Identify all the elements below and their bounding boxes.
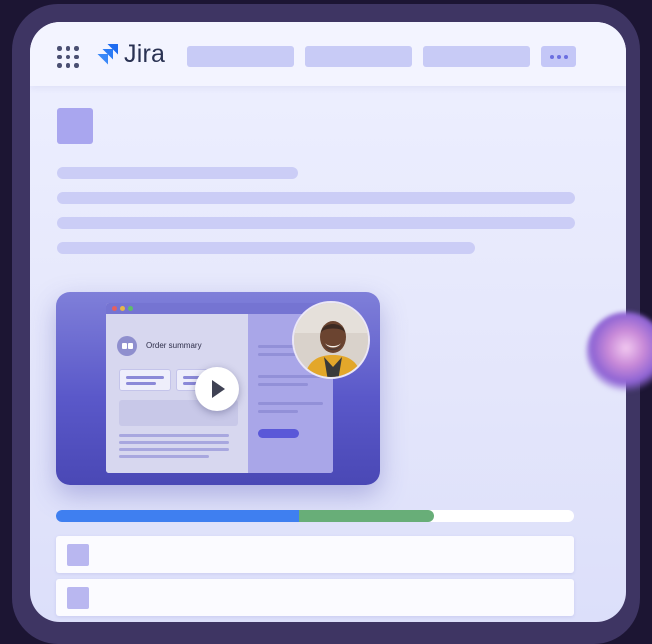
mini-text-line (119, 434, 229, 437)
app-switcher-icon[interactable] (57, 46, 79, 68)
brand-name[interactable]: Jira (124, 40, 165, 69)
project-avatar (57, 108, 93, 144)
mini-side-line (258, 402, 323, 405)
progress-segment-blue (56, 510, 299, 522)
mini-text-line (119, 448, 229, 451)
order-summary-title: Order summary (146, 341, 202, 350)
presenter-avatar (292, 301, 370, 379)
progress-segment-green (299, 510, 434, 522)
video-preview-card[interactable]: Order summary (56, 292, 380, 485)
close-dot-icon (112, 306, 117, 311)
heading-placeholder (57, 167, 298, 179)
mini-action-button (258, 429, 299, 438)
list-item[interactable] (56, 536, 574, 573)
minimize-dot-icon (120, 306, 125, 311)
text-line-placeholder (57, 242, 475, 254)
mini-side-line (258, 410, 298, 413)
mini-side-line (258, 383, 308, 386)
row-icon (67, 544, 89, 566)
text-line-placeholder (57, 192, 575, 204)
nav-item-1[interactable] (187, 46, 294, 67)
mini-text-line (119, 441, 229, 444)
play-icon[interactable] (195, 367, 239, 411)
text-line-placeholder (57, 217, 575, 229)
mini-side-line (258, 375, 323, 378)
mini-card (119, 369, 171, 391)
list-item[interactable] (56, 579, 574, 616)
nav-item-2[interactable] (305, 46, 412, 67)
top-navigation-bar: Jira (30, 22, 626, 86)
row-icon (67, 587, 89, 609)
order-icon (117, 336, 137, 356)
jira-logo-icon[interactable] (96, 43, 120, 67)
ellipsis-icon (549, 54, 554, 59)
maximize-dot-icon (128, 306, 133, 311)
nav-item-3[interactable] (423, 46, 530, 67)
window-titlebar (106, 303, 333, 314)
mini-text-line (119, 455, 209, 458)
progress-bar (56, 510, 574, 522)
app-screen: Jira Order summary (30, 22, 626, 622)
more-options-button[interactable] (541, 46, 576, 67)
